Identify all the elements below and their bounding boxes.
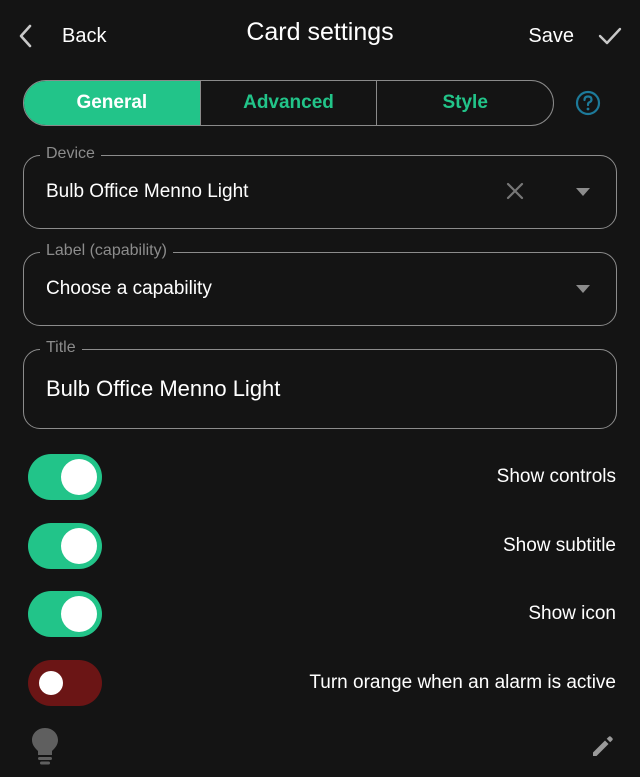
tab-style[interactable]: Style bbox=[376, 81, 553, 125]
dropdown-arrow-icon[interactable] bbox=[576, 188, 590, 196]
switch-knob bbox=[61, 528, 97, 564]
label-field-placeholder: Choose a capability bbox=[46, 278, 212, 299]
show-controls-label: Show controls bbox=[496, 466, 616, 487]
check-icon bbox=[598, 27, 622, 45]
pencil-icon[interactable] bbox=[590, 733, 616, 759]
dropdown-arrow-icon[interactable] bbox=[576, 285, 590, 293]
tab-advanced[interactable]: Advanced bbox=[199, 81, 377, 125]
alarm-orange-switch[interactable] bbox=[28, 660, 102, 706]
show-subtitle-switch[interactable] bbox=[28, 523, 102, 569]
alarm-orange-label: Turn orange when an alarm is active bbox=[309, 672, 616, 693]
show-icon-switch[interactable] bbox=[28, 591, 102, 637]
device-field-value: Bulb Office Menno Light bbox=[46, 181, 249, 202]
show-icon-label: Show icon bbox=[528, 603, 616, 624]
save-button[interactable]: Save bbox=[528, 14, 622, 58]
toggle-row-show-icon: Show icon bbox=[28, 591, 616, 637]
show-controls-switch[interactable] bbox=[28, 454, 102, 500]
switch-knob bbox=[39, 671, 63, 695]
tab-general[interactable]: General bbox=[24, 81, 200, 125]
show-subtitle-label: Show subtitle bbox=[502, 535, 616, 556]
switch-knob bbox=[61, 459, 97, 495]
title-field-value: Bulb Office Menno Light bbox=[46, 376, 281, 401]
title-field[interactable]: Title Bulb Office Menno Light bbox=[23, 339, 617, 429]
close-icon[interactable] bbox=[504, 180, 526, 202]
toggle-row-show-controls: Show controls bbox=[28, 454, 616, 500]
toggle-row-show-subtitle: Show subtitle bbox=[28, 523, 616, 569]
help-icon[interactable] bbox=[575, 90, 601, 116]
toggle-row-alarm-orange: Turn orange when an alarm is active bbox=[28, 660, 616, 706]
settings-tabs: General Advanced Style bbox=[23, 80, 554, 126]
lightbulb-icon[interactable] bbox=[30, 726, 60, 766]
device-field[interactable]: Device Bulb Office Menno Light bbox=[23, 145, 617, 229]
save-label: Save bbox=[528, 24, 574, 47]
switch-knob bbox=[61, 596, 97, 632]
label-capability-field[interactable]: Label (capability) Choose a capability bbox=[23, 242, 617, 326]
